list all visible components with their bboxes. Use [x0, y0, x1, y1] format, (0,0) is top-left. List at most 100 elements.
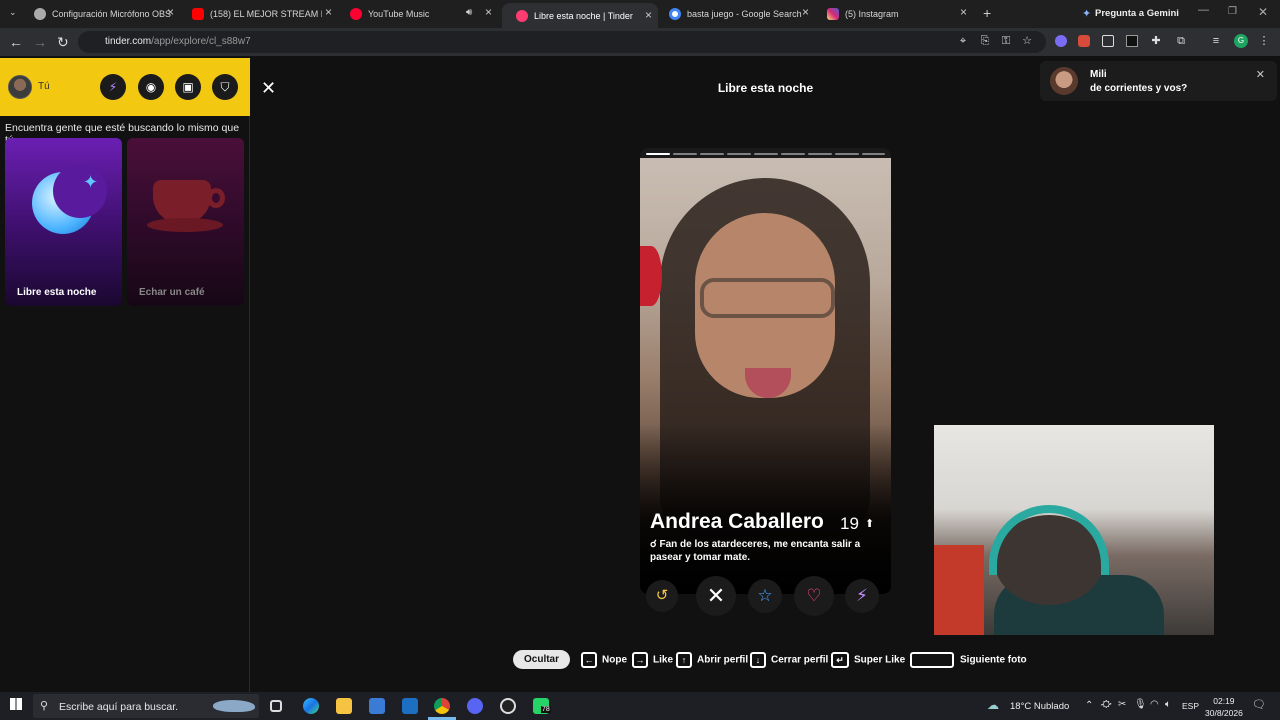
window-close-icon[interactable]: ✕: [1258, 5, 1268, 19]
hint-label: Nope: [602, 654, 627, 666]
new-tab-button[interactable]: +: [983, 5, 991, 21]
tab-google[interactable]: basta juego - Google Search ×: [655, 3, 815, 25]
tab-youtube[interactable]: (158) EL MEJOR STREAM BOLIC ×: [178, 3, 338, 25]
up-arrow-key-icon: ↑: [676, 652, 692, 668]
wifi-icon[interactable]: ◠: [1150, 699, 1159, 710]
url-text[interactable]: tinder.com/app/explore/cl_s88w7: [105, 36, 251, 47]
shield-icon[interactable]: ⛉: [212, 74, 238, 100]
card-gradient: [640, 424, 891, 594]
hint-next-photo: Siguiente foto: [910, 652, 1027, 668]
extension-red-icon[interactable]: [1078, 35, 1090, 47]
extensions-menu-icon[interactable]: ⧉: [1175, 35, 1187, 47]
show-hidden-icons-chevron-icon[interactable]: ⌃: [1085, 700, 1093, 711]
extension-puzzle-icon[interactable]: ✚: [1150, 35, 1162, 47]
browser-menu-icon[interactable]: ⋮: [1258, 35, 1270, 47]
close-tab-icon[interactable]: ×: [645, 8, 652, 22]
photo-progress-segment: [673, 153, 697, 155]
location-icon[interactable]: ⌖: [957, 35, 969, 47]
taskbar-clock[interactable]: 02:19 30/8/2026: [1205, 695, 1243, 719]
info-arrow-icon[interactable]: ⬆: [865, 517, 874, 530]
profile-avatar-icon[interactable]: G: [1234, 34, 1248, 48]
restore-icon[interactable]: ❐: [1228, 6, 1237, 17]
obs-icon[interactable]: [500, 698, 516, 714]
task-view-icon[interactable]: [270, 700, 282, 712]
file-explorer-icon[interactable]: [336, 698, 352, 714]
notification-sender: Mili: [1090, 69, 1107, 80]
left-arrow-key-icon: ←: [581, 652, 597, 668]
whatsapp-badge: 78: [541, 706, 551, 713]
avatar[interactable]: [8, 75, 32, 99]
right-arrow-key-icon: →: [632, 652, 648, 668]
message-notification[interactable]: Mili de corrientes y vos? ✕: [1040, 61, 1277, 101]
extension-dark-icon[interactable]: [1126, 35, 1138, 47]
space-key-icon: [910, 652, 954, 668]
clock-date: 30/8/2026: [1205, 708, 1243, 718]
edge-icon[interactable]: [303, 698, 319, 714]
taskbar-search-placeholder[interactable]: Escribe aquí para buscar.: [59, 701, 178, 713]
install-app-icon[interactable]: ⎘: [979, 35, 991, 47]
bookmark-star-icon[interactable]: ☆: [1021, 35, 1033, 47]
input-language[interactable]: ESP: [1182, 701, 1199, 711]
mode-card-echar-un-cafe[interactable]: Echar un café: [127, 138, 244, 306]
clock-time: 02:19: [1213, 696, 1235, 706]
mode-card-libre-esta-noche[interactable]: ✦ Libre esta noche: [5, 138, 122, 306]
boost-button[interactable]: ⚡︎: [845, 579, 879, 613]
minimize-icon[interactable]: —: [1198, 4, 1209, 16]
enter-key-icon: ↵: [831, 652, 849, 668]
boost-lightning-icon[interactable]: ⚡︎: [100, 74, 126, 100]
close-tab-icon[interactable]: ×: [325, 5, 332, 19]
webcam-chair: [934, 545, 984, 635]
briefcase-icon[interactable]: ▣: [175, 74, 201, 100]
close-notification-icon[interactable]: ✕: [1256, 68, 1265, 81]
extension-purple-icon[interactable]: [1055, 35, 1067, 47]
hint-label: Super Like: [854, 654, 906, 666]
tab-tinder[interactable]: Libre esta noche | Tinder ×: [502, 3, 658, 28]
extension-box-icon[interactable]: [1102, 35, 1114, 47]
close-tab-icon[interactable]: ×: [167, 5, 174, 19]
instagram-favicon-icon: [827, 8, 839, 20]
close-tab-icon[interactable]: ×: [485, 5, 492, 19]
sidebar: Tú ⚡︎ ◉ ▣ ⛉ Encuentra gente que esté bus…: [0, 58, 250, 692]
explore-compass-icon[interactable]: ◉: [138, 74, 164, 100]
back-arrow-icon[interactable]: ←: [9, 34, 23, 50]
youtube-favicon-icon: [192, 8, 204, 20]
gemini-button[interactable]: Pregunta a Gemini: [1095, 8, 1179, 19]
reading-list-icon[interactable]: ≡: [1210, 35, 1222, 47]
tab-title: Configuración Micrófono OBS: [52, 9, 172, 19]
hide-hints-button[interactable]: Ocultar: [513, 650, 571, 669]
super-like-button[interactable]: ☆: [748, 579, 782, 613]
user-label[interactable]: Tú: [38, 81, 50, 92]
discord-icon[interactable]: [467, 698, 483, 714]
mail-icon[interactable]: [402, 698, 418, 714]
tab-list-chevron-icon[interactable]: ⌄: [9, 7, 17, 18]
google-favicon-icon: [669, 8, 681, 20]
microphone-icon[interactable]: 🎙︎: [1134, 699, 1147, 710]
notification-center-icon[interactable]: 🗨︎: [1252, 698, 1266, 711]
network-icon[interactable]: ⛮: [1101, 699, 1112, 710]
profile-name: Andrea Caballero: [650, 510, 824, 533]
moon-cutout: [53, 164, 107, 218]
keyboard-hints-bar: Ocultar ← Nope → Like ↑ Abrir perfil ↓ Cerra…: [251, 650, 1280, 670]
meet-icon[interactable]: ✂: [1118, 699, 1126, 710]
profile-card[interactable]: Andrea Caballero 19 ⬆ ☌ Fan de los atard…: [640, 148, 891, 594]
photo-progress-segment: [862, 153, 885, 155]
down-arrow-key-icon: ↓: [750, 652, 766, 668]
close-tab-icon[interactable]: ×: [802, 5, 809, 19]
password-key-icon[interactable]: ⚿: [1000, 35, 1012, 47]
like-button[interactable]: ♡: [794, 576, 834, 616]
close-tab-icon[interactable]: ×: [960, 5, 967, 19]
weather-text[interactable]: 18°C Nublado: [1010, 701, 1069, 712]
rewind-button[interactable]: ↺: [646, 580, 678, 612]
forward-arrow-icon[interactable]: →: [33, 34, 47, 50]
microsoft-store-icon[interactable]: [369, 698, 385, 714]
windows-start-icon[interactable]: [10, 698, 22, 710]
tab-obs[interactable]: Configuración Micrófono OBS ×: [20, 3, 180, 25]
hint-like: → Like: [632, 652, 673, 668]
audio-playing-icon[interactable]: 🔊︎: [466, 7, 472, 18]
nope-button[interactable]: ✕: [696, 576, 736, 616]
chrome-icon[interactable]: [434, 698, 450, 714]
tab-instagram[interactable]: (5) Instagram ×: [813, 3, 973, 25]
volume-icon[interactable]: 🔈︎: [1165, 699, 1171, 710]
reload-icon[interactable]: ↻: [57, 34, 69, 51]
tab-youtube-music[interactable]: YouTube Music 🔊︎ ×: [336, 3, 498, 25]
